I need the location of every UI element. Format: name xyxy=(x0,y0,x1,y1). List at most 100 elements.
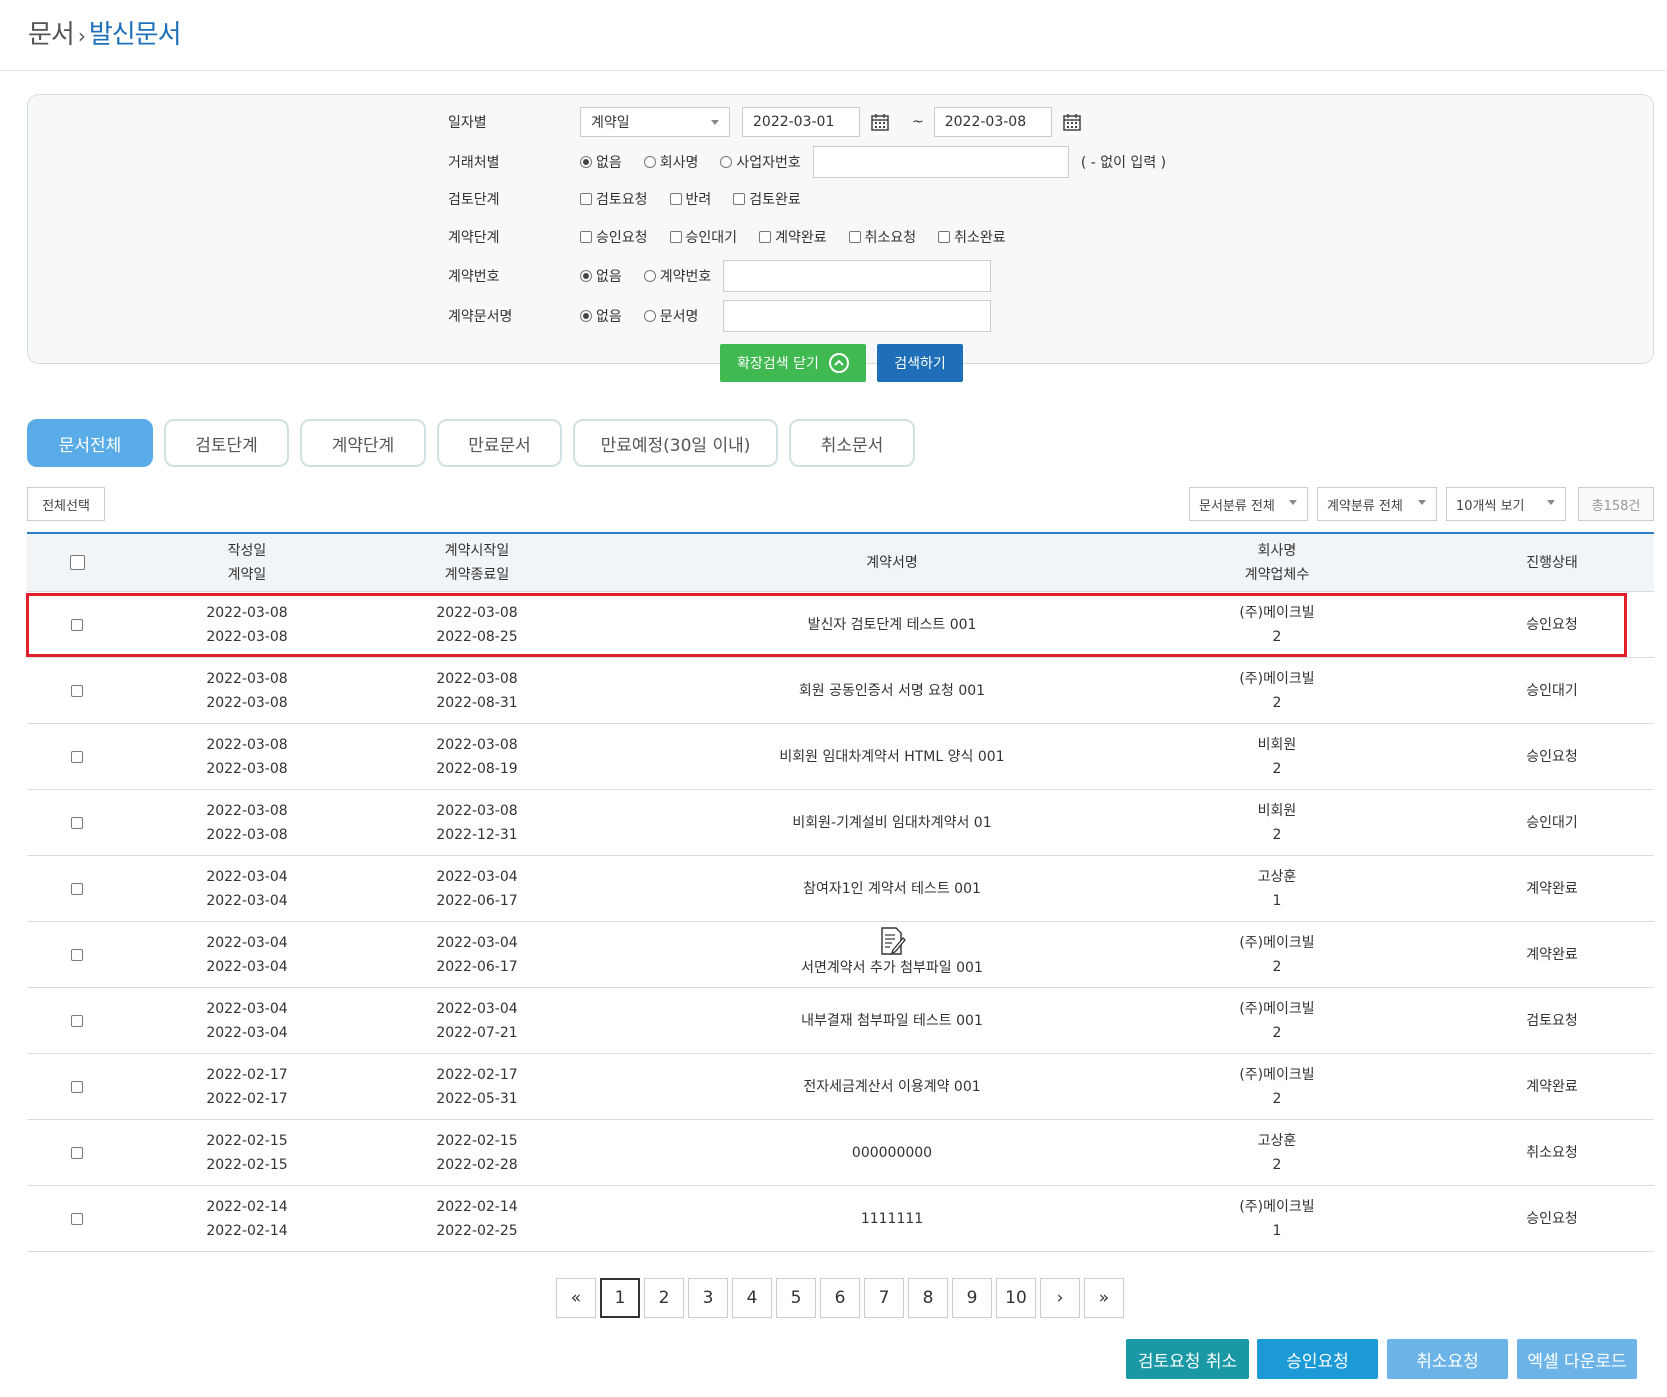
header-end[interactable]: 계약종료일 xyxy=(445,563,509,587)
next-page-button[interactable]: › xyxy=(1040,1278,1080,1318)
excel-download-button[interactable]: 엑셀 다운로드 xyxy=(1517,1339,1637,1379)
created-date: 2022-03-04 xyxy=(206,934,288,951)
table-row[interactable]: 2022-02-14 2022-02-14 2022-02-14 2022-02-25… xyxy=(27,1186,1654,1252)
select-all-checkbox[interactable] xyxy=(69,555,85,570)
table-row[interactable]: 2022-03-08 2022-03-08 2022-03-08 2022-08-31… xyxy=(27,658,1654,724)
first-page-button[interactable]: « xyxy=(556,1278,596,1318)
contract-check-complete[interactable]: 계약완료 xyxy=(759,227,827,247)
number-radio-none[interactable]: 없음 xyxy=(580,266,622,286)
contract-title[interactable]: 000000000 xyxy=(852,1141,932,1165)
approval-request-button[interactable]: 승인요청 xyxy=(1257,1339,1378,1379)
docname-input[interactable] xyxy=(723,300,992,332)
collapse-search-button[interactable]: 확장검색 닫기 xyxy=(720,344,866,382)
date-from-input[interactable]: 2022-03-01 xyxy=(742,107,860,137)
last-page-button[interactable]: » xyxy=(1084,1278,1124,1318)
table-row[interactable]: 2022-03-04 2022-03-04 2022-03-04 2022-06-17… xyxy=(27,922,1654,988)
breadcrumb-parent[interactable]: 문서 xyxy=(28,20,75,50)
review-check-done[interactable]: 검토완료 xyxy=(733,189,801,209)
start-date: 2022-02-17 xyxy=(436,1066,518,1083)
page-8-button[interactable]: 8 xyxy=(908,1278,948,1318)
row-status: 계약완료 xyxy=(1467,922,1637,987)
review-check-request[interactable]: 검토요청 xyxy=(580,189,648,209)
contract-title[interactable]: 전자세금계산서 이용계약 001 xyxy=(803,1075,980,1099)
table-row[interactable]: 2022-03-08 2022-03-08 2022-03-08 2022-08-25… xyxy=(27,592,1654,658)
contract-title[interactable]: 1111111 xyxy=(861,1207,923,1231)
page-10-button[interactable]: 10 xyxy=(996,1278,1036,1318)
search-button[interactable]: 검색하기 xyxy=(877,344,963,382)
calendar-icon[interactable] xyxy=(870,112,890,132)
table-row[interactable]: 2022-02-17 2022-02-17 2022-02-17 2022-05-31… xyxy=(27,1054,1654,1120)
contract-check-cancel-request[interactable]: 취소요청 xyxy=(848,227,916,247)
row-checkbox[interactable] xyxy=(71,1212,83,1225)
partner-radio-company[interactable]: 회사명 xyxy=(643,152,698,172)
partner-radio-bizno[interactable]: 사업자번호 xyxy=(720,152,801,172)
header-start[interactable]: 계약시작일 xyxy=(445,539,509,563)
tab-cancelled[interactable]: 취소문서 xyxy=(789,419,915,467)
page-3-button[interactable]: 3 xyxy=(688,1278,728,1318)
page-1-button[interactable]: 1 xyxy=(600,1278,640,1318)
page-2-button[interactable]: 2 xyxy=(644,1278,684,1318)
select-all-button[interactable]: 전체선택 xyxy=(27,487,105,521)
docname-radio-name[interactable]: 문서명 xyxy=(643,306,698,326)
row-checkbox[interactable] xyxy=(71,1146,83,1159)
cancel-review-request-button[interactable]: 검토요청 취소 xyxy=(1126,1339,1249,1379)
contract-title[interactable]: 비회원-기계설비 임대차계약서 01 xyxy=(792,811,991,835)
review-check-reject[interactable]: 반려 xyxy=(669,189,711,209)
contract-number-input[interactable] xyxy=(723,260,992,292)
page-6-button[interactable]: 6 xyxy=(820,1278,860,1318)
row-period: 2022-03-08 2022-12-31 xyxy=(397,790,557,855)
date-type-select[interactable]: 계약일 xyxy=(580,107,730,137)
row-dates: 2022-03-04 2022-03-04 xyxy=(167,856,327,921)
contract-title[interactable]: 발신자 검토단계 테스트 001 xyxy=(808,613,977,637)
row-checkbox[interactable] xyxy=(71,948,83,961)
row-checkbox[interactable] xyxy=(71,618,83,631)
row-checkbox[interactable] xyxy=(71,816,83,829)
contract-title[interactable]: 참여자1인 계약서 테스트 001 xyxy=(803,877,981,901)
table-row[interactable]: 2022-03-08 2022-03-08 2022-03-08 2022-12-31… xyxy=(27,790,1654,856)
row-checkbox[interactable] xyxy=(71,750,83,763)
row-checkbox[interactable] xyxy=(71,1080,83,1093)
page-9-button[interactable]: 9 xyxy=(952,1278,992,1318)
contract-check-approve-request[interactable]: 승인요청 xyxy=(580,227,648,247)
cancel-request-button[interactable]: 취소요청 xyxy=(1387,1339,1508,1379)
page-5-button[interactable]: 5 xyxy=(776,1278,816,1318)
contract-title[interactable]: 회원 공동인증서 서명 요청 001 xyxy=(799,679,985,703)
table-row[interactable]: 2022-03-04 2022-03-04 2022-03-04 2022-06-17… xyxy=(27,856,1654,922)
date-to-input[interactable]: 2022-03-08 xyxy=(933,107,1052,137)
page-4-button[interactable]: 4 xyxy=(732,1278,772,1318)
contract-category-select[interactable]: 계약분류 전체 xyxy=(1317,487,1437,521)
row-company: (주)메이크빌 2 xyxy=(1197,592,1357,657)
partner-radio-none[interactable]: 없음 xyxy=(580,152,622,172)
tab-expiring[interactable]: 만료예정(30일 이내) xyxy=(573,419,778,467)
tab-all[interactable]: 문서전체 xyxy=(27,419,153,467)
table-row[interactable]: 2022-03-04 2022-03-04 2022-03-04 2022-07-21… xyxy=(27,988,1654,1054)
row-checkbox[interactable] xyxy=(71,1014,83,1027)
row-checkbox[interactable] xyxy=(71,684,83,697)
doc-category-select[interactable]: 문서분류 전체 xyxy=(1189,487,1308,521)
row-checkbox[interactable] xyxy=(71,882,83,895)
header-title-label[interactable]: 계약서명 xyxy=(866,551,918,575)
date-type-value: 계약일 xyxy=(591,115,630,131)
contract-check-cancel-done[interactable]: 취소완료 xyxy=(938,227,1006,247)
contract-check-approve-wait[interactable]: 승인대기 xyxy=(669,227,737,247)
number-radio-number[interactable]: 계약번호 xyxy=(643,266,711,286)
partner-input[interactable] xyxy=(812,146,1069,178)
header-status-label[interactable]: 진행상태 xyxy=(1526,551,1578,575)
docname-radio-none[interactable]: 없음 xyxy=(580,306,622,326)
tab-expired[interactable]: 만료문서 xyxy=(437,419,562,467)
table-row[interactable]: 2022-03-08 2022-03-08 2022-03-08 2022-08-19… xyxy=(27,724,1654,790)
tab-review[interactable]: 검토단계 xyxy=(164,419,289,467)
tab-contract[interactable]: 계약단계 xyxy=(300,419,426,467)
company-name: (주)메이크빌 xyxy=(1239,1000,1315,1017)
page-size-select[interactable]: 10개씩 보기 xyxy=(1446,487,1566,521)
page-7-button[interactable]: 7 xyxy=(864,1278,904,1318)
contract-title[interactable]: 내부결재 첨부파일 테스트 001 xyxy=(801,1009,983,1033)
contract-title[interactable]: 비회원 임대차계약서 HTML 양식 001 xyxy=(779,745,1004,769)
contract-title[interactable]: 서면계약서 추가 첨부파일 001 xyxy=(801,956,983,980)
table-row[interactable]: 2022-02-15 2022-02-15 2022-02-15 2022-02-28… xyxy=(27,1120,1654,1186)
header-company-count[interactable]: 계약업체수 xyxy=(1245,563,1309,587)
header-created[interactable]: 작성일 xyxy=(228,539,267,563)
calendar-icon[interactable] xyxy=(1062,112,1082,132)
header-contract-date[interactable]: 계약일 xyxy=(228,563,267,587)
header-company-label[interactable]: 회사명 xyxy=(1258,539,1297,563)
